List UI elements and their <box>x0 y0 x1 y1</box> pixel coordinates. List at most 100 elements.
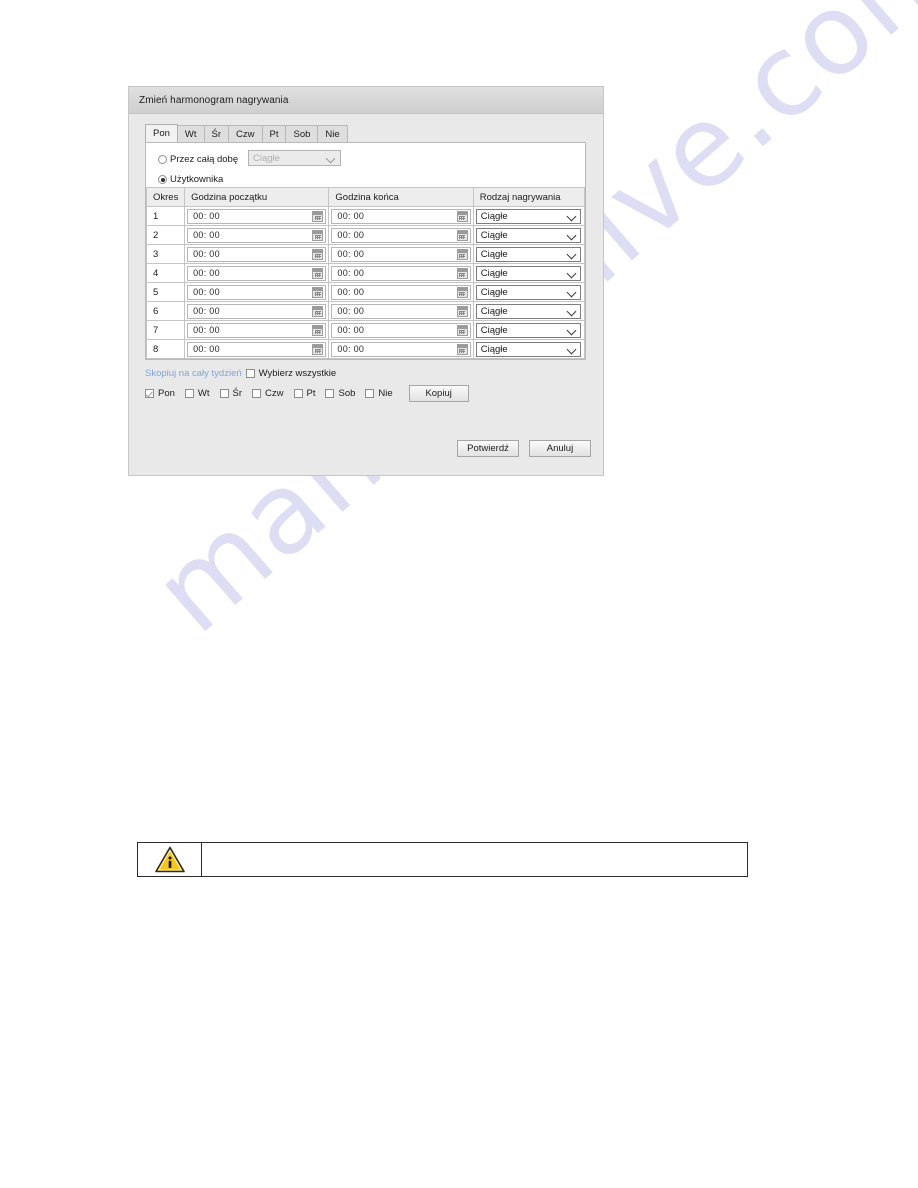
start-time-input[interactable]: 00: 00 <box>187 322 327 338</box>
all-day-option-row[interactable]: Przez całą dobę <box>158 152 585 167</box>
day-checkbox-nie[interactable] <box>365 388 375 398</box>
recording-type-select[interactable]: Ciągłe <box>475 341 581 357</box>
confirm-button[interactable]: Potwierdź <box>457 440 519 457</box>
day-checkbox-pon[interactable] <box>145 388 154 398</box>
end-time-input[interactable]: 00: 00 <box>331 322 471 338</box>
time-picker-icon[interactable] <box>456 286 468 298</box>
recording-type-select[interactable]: Ciągłe <box>475 246 581 262</box>
start-time-input[interactable]: 00: 00 <box>187 284 327 300</box>
time-picker-icon[interactable] <box>312 267 324 279</box>
row-end-cell: 00: 00 <box>328 225 474 245</box>
day-label-nie: Nie <box>378 387 393 399</box>
tab-pon[interactable]: Pon <box>145 124 178 142</box>
day-checkbox-sr[interactable] <box>219 388 229 398</box>
tab-sob[interactable]: Sob <box>285 125 319 142</box>
table-row: 4 00: 00 00: 00 Ciągłe <box>145 263 586 283</box>
recording-type-select[interactable]: Ciągłe <box>475 303 581 319</box>
start-time-input[interactable]: 00: 00 <box>187 208 327 224</box>
dialog-titlebar: Zmień harmonogram nagrywania <box>129 87 603 114</box>
end-time-input[interactable]: 00: 00 <box>331 284 471 300</box>
time-picker-icon[interactable] <box>456 324 468 336</box>
end-time-value: 00: 00 <box>337 230 365 240</box>
end-time-input[interactable]: 00: 00 <box>331 246 471 262</box>
start-time-value: 00: 00 <box>193 211 220 221</box>
tab-pt[interactable]: Pt <box>261 125 287 142</box>
row-period: 6 <box>145 301 186 321</box>
custom-option-row[interactable]: Użytkownika <box>158 172 585 187</box>
end-time-input[interactable]: 00: 00 <box>331 303 471 319</box>
dialog-footer: Potwierdź Anuluj <box>457 440 591 457</box>
day-label-wt: Wt <box>197 387 210 399</box>
day-checkbox-sob[interactable] <box>325 388 335 398</box>
cancel-button[interactable]: Anuluj <box>529 440 591 457</box>
row-type-cell: Ciągłe <box>473 263 586 283</box>
select-all-checkbox[interactable] <box>245 368 255 378</box>
all-day-radio[interactable] <box>158 155 167 164</box>
day-checkbox-wt[interactable] <box>184 388 194 398</box>
table-header-row: Okres Godzina początku Godzina końca Rod… <box>145 187 586 207</box>
schedule-dialog: Zmień harmonogram nagrywania Pon Wt Śr C… <box>128 86 604 476</box>
tab-czw[interactable]: Czw <box>228 125 263 142</box>
time-picker-icon[interactable] <box>312 343 324 355</box>
note-icon-cell <box>138 843 202 876</box>
time-picker-icon[interactable] <box>456 229 468 241</box>
day-checkbox-czw[interactable] <box>252 388 262 398</box>
copy-week-row: Skopiuj na cały tydzień Wybierz wszystki… <box>145 366 593 380</box>
tab-sr[interactable]: Śr <box>203 125 230 142</box>
start-time-input[interactable]: 00: 00 <box>187 265 327 281</box>
end-time-input[interactable]: 00: 00 <box>331 208 471 224</box>
table-row: 5 00: 00 00: 00 Ciągłe <box>145 282 586 302</box>
row-start-cell: 00: 00 <box>184 301 330 321</box>
end-time-value: 00: 00 <box>337 249 365 259</box>
time-picker-icon[interactable] <box>312 229 324 241</box>
tab-wt[interactable]: Wt <box>176 125 205 142</box>
select-all-label: Wybierz wszystkie <box>258 367 337 379</box>
start-time-input[interactable]: 00: 00 <box>187 227 327 243</box>
chevron-down-icon <box>568 251 577 257</box>
copy-week-link[interactable]: Skopiuj na cały tydzień <box>145 368 242 379</box>
recording-type-select[interactable]: Ciągłe <box>475 265 581 281</box>
end-time-input[interactable]: 00: 00 <box>331 265 471 281</box>
start-time-value: 00: 00 <box>193 344 220 354</box>
time-picker-icon[interactable] <box>312 248 324 260</box>
start-time-input[interactable]: 00: 00 <box>187 303 327 319</box>
all-day-type-select[interactable]: Ciągłe <box>248 150 341 166</box>
dialog-body: Pon Wt Śr Czw Pt Sob Nie Przez całą dobę… <box>129 114 603 402</box>
dialog-title: Zmień harmonogram nagrywania <box>139 94 289 106</box>
time-picker-icon[interactable] <box>456 210 468 222</box>
start-time-value: 00: 00 <box>193 249 220 259</box>
recording-type-select[interactable]: Ciągłe <box>475 208 581 224</box>
recording-type-select[interactable]: Ciągłe <box>475 322 581 338</box>
row-period: 3 <box>145 244 186 264</box>
time-picker-icon[interactable] <box>312 324 324 336</box>
recording-type-select[interactable]: Ciągłe <box>475 284 581 300</box>
time-picker-icon[interactable] <box>456 343 468 355</box>
recording-type-select[interactable]: Ciągłe <box>475 227 581 243</box>
start-time-input[interactable]: 00: 00 <box>187 341 327 357</box>
start-time-value: 00: 00 <box>193 306 220 316</box>
row-period: 7 <box>145 320 186 340</box>
chevron-down-icon <box>568 327 577 333</box>
time-picker-icon[interactable] <box>312 286 324 298</box>
day-checkbox-pt[interactable] <box>293 388 303 398</box>
time-picker-icon[interactable] <box>456 267 468 279</box>
schedule-table: Okres Godzina początku Godzina końca Rod… <box>145 187 586 359</box>
time-picker-icon[interactable] <box>456 248 468 260</box>
end-time-input[interactable]: 00: 00 <box>331 341 471 357</box>
tab-nie[interactable]: Nie <box>317 125 348 142</box>
time-picker-icon[interactable] <box>312 210 324 222</box>
row-start-cell: 00: 00 <box>184 263 330 283</box>
time-picker-icon[interactable] <box>312 305 324 317</box>
chevron-down-icon <box>568 289 577 295</box>
time-picker-icon[interactable] <box>456 305 468 317</box>
row-period: 4 <box>145 263 186 283</box>
end-time-input[interactable]: 00: 00 <box>331 227 471 243</box>
start-time-input[interactable]: 00: 00 <box>187 246 327 262</box>
recording-type-value: Ciągłe <box>480 210 508 222</box>
copy-button[interactable]: Kopiuj <box>408 384 469 402</box>
chevron-down-icon <box>568 232 577 238</box>
row-end-cell: 00: 00 <box>328 301 474 321</box>
custom-radio[interactable] <box>158 175 167 184</box>
row-end-cell: 00: 00 <box>328 282 474 302</box>
start-time-value: 00: 00 <box>193 325 220 335</box>
